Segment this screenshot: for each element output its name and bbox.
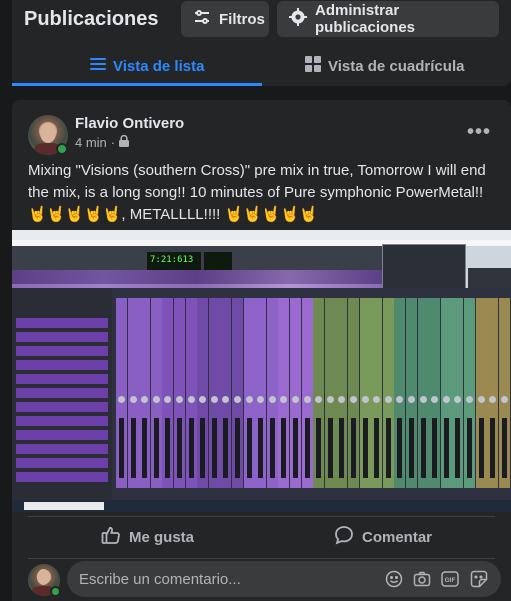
sliders-icon <box>193 8 211 30</box>
daw-track-list <box>12 288 112 500</box>
gear-icon <box>289 8 307 30</box>
mixer-channel-strip <box>243 298 255 488</box>
mixer-channel-strip <box>162 298 174 488</box>
post-text-metal: , METALLLL!!!! <box>121 206 225 223</box>
mixer-channel-strip <box>475 298 487 488</box>
svg-text:GIF: GIF <box>445 577 456 584</box>
lock-icon <box>119 134 130 150</box>
mixer-channel-strip <box>406 298 417 488</box>
post-time[interactable]: 4 min <box>75 135 107 150</box>
more-options-icon[interactable]: ••• <box>467 121 491 144</box>
page-title: Publicaciones <box>24 8 159 30</box>
manage-posts-button[interactable]: Administrar publicaciones <box>277 1 499 37</box>
filters-label: Filtros <box>219 10 265 28</box>
mixer-channel-strip <box>301 298 313 488</box>
mixer-channel-strip <box>417 298 429 488</box>
mixer-channel-strip <box>278 298 290 488</box>
mixer-channel-strip <box>371 298 383 488</box>
mixer-channel-strip <box>232 298 243 488</box>
post-card: Flavio Ontivero 4 min · ••• Mixing "Visi… <box>12 100 511 601</box>
mixer-channel-strip <box>139 298 151 488</box>
mixer-channel-strip <box>382 298 394 488</box>
windows-taskbar <box>12 500 511 512</box>
thumbs-up-icon <box>101 525 121 549</box>
daw-mixer <box>112 288 511 500</box>
mixer-channel-strip <box>324 298 336 488</box>
manage-posts-label: Administrar publicaciones <box>315 2 416 36</box>
like-button[interactable]: Me gusta <box>101 520 194 554</box>
actions-top-divider <box>28 516 495 517</box>
mixer-channel-strip <box>255 298 267 488</box>
post-meta: 4 min · <box>75 134 130 150</box>
comment-label: Comentar <box>362 528 433 546</box>
mixer-channel-strip <box>487 298 499 488</box>
mixer-channel-strip <box>498 298 510 488</box>
tab-grid-view-label: Vista de cuadrícula <box>328 57 465 75</box>
tab-list-view-label: Vista de lista <box>113 57 205 75</box>
comment-icon <box>334 525 354 549</box>
like-label: Me gusta <box>129 528 195 546</box>
mixer-channel-strip <box>174 298 185 488</box>
mixer-channel-strip <box>464 298 475 488</box>
mixer-channel-strip <box>116 298 127 488</box>
comment-button[interactable]: Comentar <box>334 520 432 554</box>
post-text-line-3: 🤘🤘🤘🤘🤘, METALLLL!!!! 🤘🤘🤘🤘🤘 <box>28 204 503 226</box>
tab-grid-view[interactable]: Vista de cuadrícula <box>305 46 464 86</box>
mixer-channel-strip <box>336 298 348 488</box>
mixer-channel-strip <box>429 298 441 488</box>
mixer-channel-strip <box>208 298 220 488</box>
post-text-line-1: Mixing "Visions (southern Cross)" pre mi… <box>28 162 486 179</box>
rock-hand-emoji-run: 🤘🤘🤘🤘🤘 <box>224 206 318 223</box>
meta-separator: · <box>110 135 116 150</box>
mixer-channel-strip <box>452 298 464 488</box>
comment-input[interactable]: Escribe un comentario... <box>67 561 501 597</box>
online-status-dot <box>56 143 68 155</box>
commenter-online-dot <box>50 586 61 597</box>
daw-secondary-display <box>204 252 232 270</box>
mixer-channel-strip <box>197 298 209 488</box>
view-tabs: Vista de lista Vista de cuadrícula <box>12 46 511 86</box>
emoji-icon[interactable] <box>385 570 403 588</box>
mixer-channel-strip <box>127 298 139 488</box>
mixer-channel-strip <box>440 298 452 488</box>
mixer-channel-strip <box>150 298 162 488</box>
post-text: Mixing "Visions (southern Cross)" pre mi… <box>28 160 503 226</box>
mixer-channel-strip <box>290 298 301 488</box>
post-author-name[interactable]: Flavio Ontivero <box>75 115 184 132</box>
active-tab-indicator <box>12 83 262 86</box>
post-image-daw-screenshot[interactable]: 7:21:613 <box>12 230 511 512</box>
grid-icon <box>305 56 321 76</box>
daw-counter-display: 7:21:613 <box>147 252 201 270</box>
mixer-channel-strip <box>394 298 406 488</box>
taskbar-search <box>24 502 104 510</box>
mixer-channel-strip <box>348 298 359 488</box>
mixer-channel-strip <box>185 298 197 488</box>
daw-menubar <box>12 230 511 240</box>
gif-icon[interactable]: GIF <box>441 570 459 588</box>
sticker-icon[interactable] <box>470 570 488 588</box>
camera-icon[interactable] <box>413 570 431 588</box>
rock-hand-emoji-run: 🤘🤘🤘🤘🤘 <box>28 206 122 223</box>
comment-placeholder: Escribe un comentario... <box>79 570 241 588</box>
mixer-channel-strip <box>220 298 232 488</box>
tab-list-view[interactable]: Vista de lista <box>90 46 204 86</box>
filters-button[interactable]: Filtros <box>181 1 269 37</box>
comment-composer: Escribe un comentario... GIF <box>12 560 511 601</box>
mixer-channel-strip <box>313 298 325 488</box>
post-text-line-2: the mix, is a long song!! 10 minutes of … <box>28 184 484 201</box>
mixer-channel-strip <box>266 298 278 488</box>
daw-waveform <box>12 270 382 288</box>
list-icon <box>90 57 106 75</box>
mixer-channel-strip <box>359 298 371 488</box>
actions-bottom-divider <box>28 558 495 559</box>
